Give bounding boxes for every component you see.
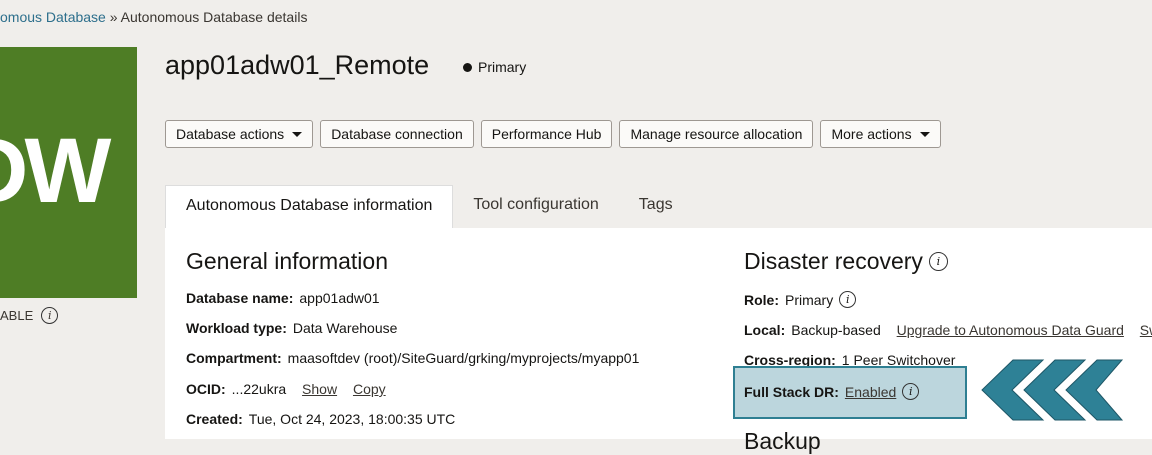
full-stack-dr-row: Full Stack DR: Enabled i (744, 383, 920, 400)
tab-bar: Autonomous Database information Tool con… (165, 185, 693, 228)
label: Full Stack DR: (744, 383, 839, 400)
manage-resource-allocation-button[interactable]: Manage resource allocation (619, 120, 814, 148)
database-actions-button[interactable]: Database actions (165, 120, 314, 148)
value: maasoftdev (root)/SiteGuard/grking/mypro… (287, 350, 640, 366)
button-label: Database actions (176, 126, 285, 142)
value: Data Warehouse (292, 320, 398, 336)
page-title: app01adw01_Remote (165, 50, 430, 80)
workload-type-row: Workload type: Data Warehouse (186, 320, 397, 336)
tile-text: DW (0, 120, 111, 222)
created-row: Created: Tue, Oct 24, 2023, 18:00:35 UTC (186, 411, 455, 427)
general-information-heading: General information (186, 248, 388, 274)
value: Backup-based (791, 322, 881, 338)
info-icon[interactable]: i (928, 252, 948, 271)
label: Workload type: (186, 320, 287, 336)
breadcrumb-parent-link[interactable]: omous Database (0, 9, 106, 25)
switchover-link[interactable]: Swit (1140, 322, 1152, 338)
value: Tue, Oct 24, 2023, 18:00:35 UTC (248, 411, 456, 427)
copy-ocid-link[interactable]: Copy (353, 381, 386, 397)
tab-tags[interactable]: Tags (619, 185, 693, 227)
database-tile: DW (0, 47, 137, 298)
label: Role: (744, 291, 779, 308)
more-actions-button[interactable]: More actions (820, 120, 941, 148)
role-row: Role: Primary i (744, 291, 857, 308)
button-label: More actions (831, 126, 912, 142)
breadcrumb-separator: » (109, 9, 118, 25)
label: OCID: (186, 381, 226, 397)
info-icon[interactable]: i (839, 291, 857, 308)
tab-tool-configuration[interactable]: Tool configuration (453, 185, 618, 227)
chevron-left-arrows-icon (981, 359, 1124, 421)
compartment-row: Compartment: maasoftdev (root)/SiteGuard/… (186, 350, 639, 366)
lifecycle-status-text: ABLE (0, 308, 34, 323)
caret-down-icon (292, 131, 303, 137)
value: ...22ukra (231, 381, 287, 397)
lifecycle-status: ABLE i (0, 307, 59, 324)
caret-down-icon (919, 131, 930, 137)
tab-adb-information[interactable]: Autonomous Database information (165, 185, 454, 228)
status-badge: Primary (463, 59, 526, 75)
performance-hub-button[interactable]: Performance Hub (480, 120, 613, 148)
label: Compartment: (186, 350, 282, 366)
info-icon[interactable]: i (41, 307, 59, 324)
upgrade-to-data-guard-link[interactable]: Upgrade to Autonomous Data Guard (897, 322, 1124, 338)
show-ocid-link[interactable]: Show (302, 381, 337, 397)
label: Created: (186, 411, 243, 427)
status-dot-icon (463, 62, 472, 72)
breadcrumb: omous Database » Autonomous Database det… (0, 9, 307, 25)
action-toolbar: Database actions Database connection Per… (165, 120, 941, 148)
ocid-row: OCID: ...22ukra Show Copy (186, 381, 386, 397)
info-icon[interactable]: i (902, 383, 920, 400)
label: Database name: (186, 290, 294, 306)
database-connection-button[interactable]: Database connection (320, 120, 474, 148)
full-stack-dr-enabled-link[interactable]: Enabled (845, 384, 896, 400)
label: Local: (744, 322, 786, 338)
backup-heading: Backup (744, 428, 821, 454)
status-text: Primary (478, 59, 527, 75)
heading-text: Disaster recovery (744, 248, 923, 274)
breadcrumb-current: Autonomous Database details (120, 9, 308, 25)
value: Primary (785, 291, 834, 308)
database-name-row: Database name: app01adw01 (186, 290, 380, 306)
local-row: Local: Backup-based Upgrade to Autonomous… (744, 322, 1152, 338)
disaster-recovery-heading: Disaster recovery i (744, 248, 948, 275)
value: app01adw01 (299, 290, 380, 306)
